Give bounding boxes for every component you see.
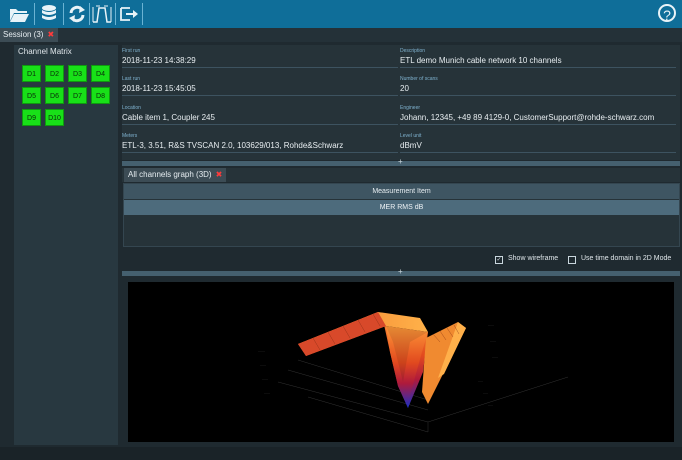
- location-field: Location Cable item 1, Coupler 245: [122, 104, 398, 125]
- svg-text:·····: ·····: [488, 403, 493, 407]
- channel-cell-d5[interactable]: D5: [22, 87, 41, 104]
- show-wireframe-label: Show wireframe: [508, 255, 559, 262]
- spectrum-mask-icon[interactable]: [91, 4, 113, 24]
- session-info-panel: First run 2018-11-23 14:38:29 Descriptio…: [122, 45, 680, 160]
- engineer-label: Engineer: [400, 105, 421, 111]
- measurement-table-header[interactable]: Measurement Item: [124, 184, 679, 199]
- show-wireframe-checkbox[interactable]: ✓: [495, 256, 503, 264]
- last-run-value[interactable]: 2018-11-23 15:45:05: [122, 83, 398, 96]
- graph-options: ✓ Show wireframe Use time domain in 2D M…: [122, 254, 680, 268]
- svg-text:······: ······: [490, 339, 496, 343]
- channel-cell-d8[interactable]: D8: [91, 87, 110, 104]
- channel-cell-d6[interactable]: D6: [45, 87, 64, 104]
- engineer-value[interactable]: Johann, 12345, +49 89 4129-0, CustomerSu…: [400, 112, 676, 125]
- channel-cell-d3[interactable]: D3: [68, 65, 87, 82]
- svg-text:······: ······: [264, 391, 270, 395]
- time-domain-checkbox[interactable]: [568, 256, 576, 264]
- splitter-handle-bottom[interactable]: +: [122, 267, 680, 276]
- close-icon[interactable]: ✖: [216, 170, 223, 179]
- last-run-field: Last run 2018-11-23 15:45:05: [122, 75, 398, 96]
- close-icon[interactable]: ✖: [47, 30, 54, 39]
- channel-matrix-title: Channel Matrix: [18, 47, 72, 56]
- measurement-table: Measurement Item MER RMS dB: [123, 183, 680, 247]
- svg-text:······: ······: [492, 355, 498, 359]
- description-value[interactable]: ETL demo Munich cable network 10 channel…: [400, 55, 676, 68]
- level-unit-label: Level unit: [400, 133, 422, 139]
- svg-text:······: ······: [262, 377, 268, 381]
- channel-cell-d10[interactable]: D10: [45, 109, 64, 126]
- number-of-scans-label: Number of scans: [400, 76, 438, 82]
- svg-text:·······: ·······: [258, 349, 265, 353]
- description-label: Description: [400, 48, 426, 54]
- toolbar-divider: [142, 3, 143, 25]
- svg-text:·····: ·····: [478, 379, 483, 383]
- graph-3d-canvas[interactable]: ······· ······ ······ ······ ······ ······ ··…: [128, 282, 674, 442]
- channel-matrix-panel: Channel Matrix D1 D2 D3 D4 D5 D6 D7 D8 D…: [14, 45, 118, 445]
- tab-session-label: Session (3): [3, 30, 44, 39]
- folder-open-icon[interactable]: [8, 4, 30, 24]
- meters-value[interactable]: ETL-3, 3.51, R&S TVSCAN 2.0, 103629/013,…: [122, 140, 398, 153]
- location-label: Location: [122, 105, 141, 111]
- toolbar-divider: [115, 3, 116, 25]
- sync-icon[interactable]: [66, 4, 88, 24]
- channel-cell-d4[interactable]: D4: [91, 65, 110, 82]
- toolbar-divider: [34, 3, 35, 25]
- tab-session[interactable]: Session (3) ✖: [0, 28, 59, 42]
- number-of-scans-field: Number of scans 20: [400, 75, 676, 96]
- main-toolbar: ?: [0, 0, 682, 28]
- session-tab-bar: Session (3) ✖: [0, 28, 682, 42]
- location-value[interactable]: Cable item 1, Coupler 245: [122, 112, 398, 125]
- channel-cell-d9[interactable]: D9: [22, 109, 41, 126]
- status-bar: [0, 447, 682, 460]
- engineer-field: Engineer Johann, 12345, +49 89 4129-0, C…: [400, 104, 676, 125]
- splitter-plus-icon: +: [398, 157, 403, 166]
- meters-label: Meters: [122, 133, 138, 139]
- first-run-label: First run: [122, 48, 141, 54]
- description-field: Description ETL demo Munich cable networ…: [400, 47, 676, 68]
- last-run-label: Last run: [122, 76, 141, 82]
- tab-all-channels-graph[interactable]: All channels graph (3D) ✖: [124, 168, 227, 182]
- channel-cell-d1[interactable]: D1: [22, 65, 41, 82]
- first-run-field: First run 2018-11-23 14:38:29: [122, 47, 398, 68]
- toolbar-divider: [89, 3, 90, 25]
- svg-text:······: ······: [488, 323, 494, 327]
- export-icon[interactable]: [118, 4, 140, 24]
- graph-tab-label: All channels graph (3D): [128, 170, 212, 179]
- level-unit-field: Level unit dBmV: [400, 132, 676, 153]
- splitter-plus-icon: +: [398, 267, 403, 276]
- time-domain-label: Use time domain in 2D Mode: [581, 255, 672, 262]
- meters-field: Meters ETL-3, 3.51, R&S TVSCAN 2.0, 1036…: [122, 132, 398, 153]
- surface-plot-image: ························· ··············…: [258, 312, 569, 433]
- help-icon[interactable]: ?: [658, 4, 676, 23]
- level-unit-value[interactable]: dBmV: [400, 140, 676, 153]
- channel-cell-d7[interactable]: D7: [68, 87, 87, 104]
- database-icon[interactable]: [38, 4, 60, 24]
- table-row[interactable]: MER RMS dB: [124, 200, 679, 215]
- channel-cell-d2[interactable]: D2: [45, 65, 64, 82]
- svg-text:·····: ·····: [483, 391, 488, 395]
- svg-text:······: ······: [260, 363, 266, 367]
- toolbar-divider: [63, 3, 64, 25]
- number-of-scans-value[interactable]: 20: [400, 83, 676, 96]
- splitter-handle-top[interactable]: +: [122, 157, 680, 166]
- first-run-value[interactable]: 2018-11-23 14:38:29: [122, 55, 398, 68]
- graph-tab-bar: All channels graph (3D) ✖: [122, 168, 680, 182]
